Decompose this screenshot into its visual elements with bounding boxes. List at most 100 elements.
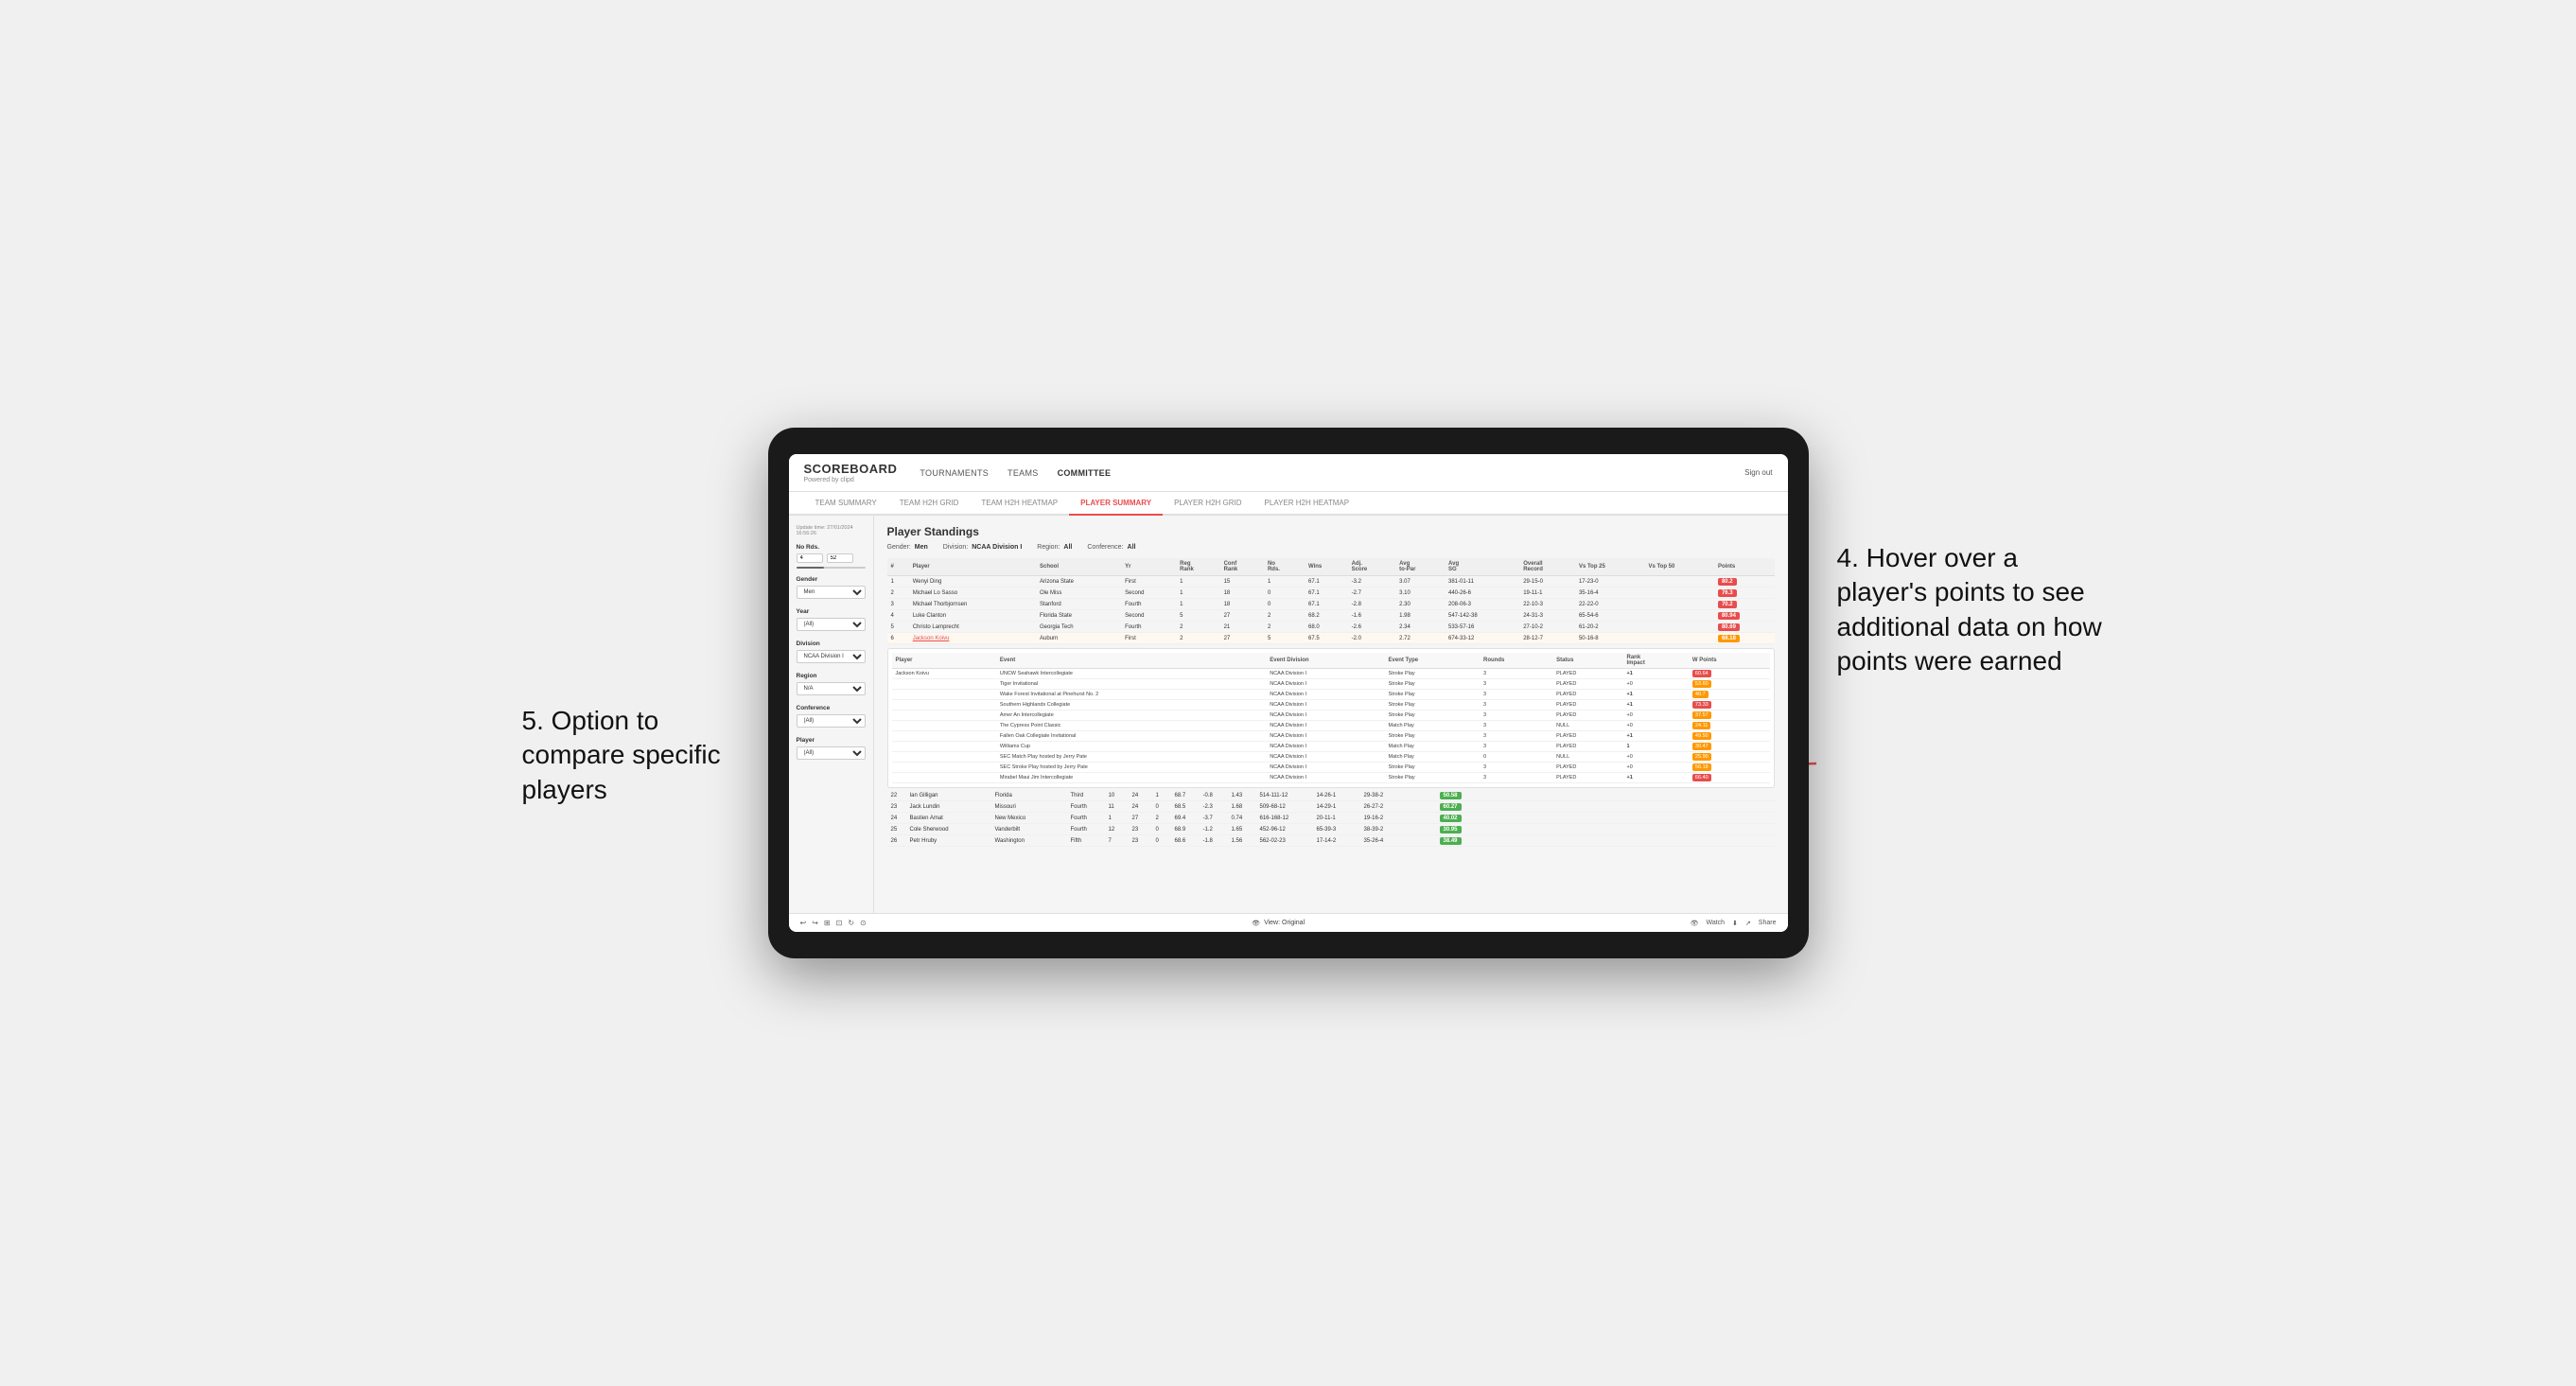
region-label: Region bbox=[797, 673, 866, 679]
nav-tournaments[interactable]: TOURNAMENTS bbox=[920, 465, 989, 482]
table-row: 3 Michael Thorbjornsen Stanford Fourth 1… bbox=[887, 599, 1775, 610]
event-table-row: The Cypress Point Classic NCAA Division … bbox=[892, 721, 1770, 731]
col-avg-to-par: Avgto-Par bbox=[1395, 558, 1445, 576]
watch-icon: 👁 bbox=[1691, 920, 1699, 927]
eye-icon: 👁 bbox=[1252, 920, 1260, 927]
sub-nav-team-h2h-heatmap[interactable]: TEAM H2H HEATMAP bbox=[970, 492, 1069, 516]
gender-label: Gender bbox=[797, 576, 866, 583]
sign-out-link[interactable]: Sign out bbox=[1744, 468, 1772, 477]
filter-division-label: Division: bbox=[943, 544, 968, 551]
sub-nav-player-h2h-heatmap[interactable]: PLAYER H2H HEATMAP bbox=[1253, 492, 1361, 516]
refresh-icon[interactable]: ↻ bbox=[848, 919, 854, 927]
paste-icon[interactable]: ⊡ bbox=[836, 919, 843, 927]
nav-committee[interactable]: COMMITTEE bbox=[1058, 465, 1112, 482]
conference-select[interactable]: (All) bbox=[797, 714, 866, 728]
clock-icon[interactable]: ⊙ bbox=[860, 919, 867, 927]
event-table-row: Southern Highlands Collegiate NCAA Divis… bbox=[892, 700, 1770, 711]
year-label: Year bbox=[797, 608, 866, 615]
division-label: Division bbox=[797, 640, 866, 647]
conference-label: Conference bbox=[797, 705, 866, 711]
event-col-w-points: W Points bbox=[1689, 653, 1770, 669]
filter-conference-label: Conference: bbox=[1087, 544, 1123, 551]
table-row: 1 Wenyi Ding Arizona State First 1 15 1 … bbox=[887, 576, 1775, 588]
tablet-screen: SCOREBOARD Powered by clipd TOURNAMENTS … bbox=[789, 454, 1788, 932]
col-overall: OverallRecord bbox=[1519, 558, 1575, 576]
event-detail-table: Player Event Event Division Event Type R… bbox=[892, 653, 1770, 783]
copy-icon[interactable]: ⊞ bbox=[824, 919, 831, 927]
annotation-right: 4. Hover over a player's points to see a… bbox=[1837, 541, 2112, 679]
event-detail-section: Player Event Event Division Event Type R… bbox=[887, 648, 1775, 788]
share-icon: ↗ bbox=[1745, 920, 1751, 927]
redo-icon[interactable]: ↪ bbox=[812, 919, 818, 927]
col-wins: Wins bbox=[1305, 558, 1348, 576]
sub-nav-player-summary[interactable]: PLAYER SUMMARY bbox=[1069, 492, 1163, 516]
no-rds-label: No Rds. bbox=[797, 544, 866, 551]
table-row: 4 Luke Clanton Florida State Second 5 27… bbox=[887, 610, 1775, 622]
section-title: Player Standings bbox=[887, 525, 1775, 538]
slider-fill bbox=[797, 567, 824, 569]
view-label[interactable]: View: Original bbox=[1264, 920, 1305, 926]
bottom-toolbar: ↩ ↪ ⊞ ⊡ ↻ ⊙ 👁 View: Original 👁 Watch ⬇ ↗… bbox=[789, 913, 1788, 932]
content-panel: Player Standings Gender: Men Division: N… bbox=[874, 516, 1788, 913]
event-col-rank-impact: RankImpact bbox=[1622, 653, 1688, 669]
watch-button[interactable]: Watch bbox=[1706, 920, 1725, 926]
filter-region-value: All bbox=[1063, 544, 1072, 551]
nav-teams[interactable]: TEAMS bbox=[1008, 465, 1039, 482]
event-table-row: Tiger Invitational NCAA Division I Strok… bbox=[892, 679, 1770, 690]
event-table-row: Wake Forest Invitational at Pinehurst No… bbox=[892, 690, 1770, 700]
undo-icon[interactable]: ↩ bbox=[800, 919, 807, 927]
logo-area: SCOREBOARD Powered by clipd bbox=[804, 462, 898, 483]
year-select[interactable]: (All) bbox=[797, 618, 866, 631]
no-rds-min-input[interactable] bbox=[797, 553, 823, 563]
event-table-row: Williams Cup NCAA Division I Match Play … bbox=[892, 742, 1770, 752]
toolbar-center: 👁 View: Original bbox=[1252, 920, 1305, 927]
filter-conference-value: All bbox=[1128, 544, 1136, 551]
header-right: Sign out bbox=[1744, 468, 1772, 477]
outer-wrapper: 4. Hover over a player's points to see a… bbox=[768, 428, 1809, 958]
filter-gender: Gender: Men bbox=[887, 544, 928, 551]
event-col-player: Player bbox=[892, 653, 996, 669]
additional-rows-table: 22 Ian Gilligan Florida Third 10 24 1 68… bbox=[887, 790, 1775, 847]
filter-gender-value: Men bbox=[915, 544, 928, 551]
no-rds-range bbox=[797, 553, 866, 563]
share-button[interactable]: Share bbox=[1759, 920, 1777, 926]
table-row: 25 Cole Sherwood Vanderbilt Fourth 12 23… bbox=[887, 824, 1775, 835]
col-avg-sg: AvgSG bbox=[1445, 558, 1519, 576]
download-icon[interactable]: ⬇ bbox=[1732, 920, 1738, 927]
filter-conference: Conference: All bbox=[1087, 544, 1135, 551]
table-row: 22 Ian Gilligan Florida Third 10 24 1 68… bbox=[887, 790, 1775, 801]
event-col-division: Event Division bbox=[1266, 653, 1384, 669]
table-row: 2 Michael Lo Sasso Ole Miss Second 1 18 … bbox=[887, 588, 1775, 599]
player-select[interactable]: (All) bbox=[797, 746, 866, 760]
table-row: 26 Petr Hruby Washington Fifth 7 23 0 68… bbox=[887, 835, 1775, 847]
region-select[interactable]: N/A bbox=[797, 682, 866, 695]
sub-nav-player-h2h-grid[interactable]: PLAYER H2H GRID bbox=[1163, 492, 1253, 516]
col-num: # bbox=[887, 558, 909, 576]
division-select[interactable]: NCAA Division I bbox=[797, 650, 866, 663]
main-content: Update time: 27/01/2024 16:56:26 No Rds.… bbox=[789, 516, 1788, 913]
sub-nav: TEAM SUMMARY TEAM H2H GRID TEAM H2H HEAT… bbox=[789, 492, 1788, 516]
col-school: School bbox=[1036, 558, 1121, 576]
update-time: Update time: 27/01/2024 16:56:26 bbox=[797, 525, 866, 536]
event-table-row: Fallen Oak Collegiate Invitational NCAA … bbox=[892, 731, 1770, 742]
toolbar-right: 👁 Watch ⬇ ↗ Share bbox=[1691, 920, 1777, 927]
player-label: Player bbox=[797, 737, 866, 744]
table-row: 23 Jack Lundin Missouri Fourth 11 24 0 6… bbox=[887, 801, 1775, 813]
event-table-row: Amer An Intercollegiate NCAA Division I … bbox=[892, 711, 1770, 721]
sub-nav-team-summary[interactable]: TEAM SUMMARY bbox=[804, 492, 888, 516]
sub-nav-team-h2h-grid[interactable]: TEAM H2H GRID bbox=[888, 492, 971, 516]
filter-row: Gender: Men Division: NCAA Division I Re… bbox=[887, 544, 1775, 551]
filter-gender-label: Gender: bbox=[887, 544, 911, 551]
event-table-header: Player Event Event Division Event Type R… bbox=[892, 653, 1770, 669]
gender-select[interactable]: Men bbox=[797, 586, 866, 599]
no-rds-slider[interactable] bbox=[797, 567, 866, 569]
no-rds-max-input[interactable] bbox=[827, 553, 853, 563]
table-row: 5 Christo Lamprecht Georgia Tech Fourth … bbox=[887, 622, 1775, 633]
main-nav: TOURNAMENTS TEAMS COMMITTEE bbox=[920, 465, 1744, 482]
event-table-row: SEC Match Play hosted by Jerry Pate NCAA… bbox=[892, 752, 1770, 763]
col-top50: Vs Top 50 bbox=[1644, 558, 1714, 576]
logo-sub: Powered by clipd bbox=[804, 477, 898, 483]
app-header: SCOREBOARD Powered by clipd TOURNAMENTS … bbox=[789, 454, 1788, 492]
event-table-row: Mirabel Maui Jim Intercollegiate NCAA Di… bbox=[892, 773, 1770, 783]
filter-region-label: Region: bbox=[1037, 544, 1060, 551]
